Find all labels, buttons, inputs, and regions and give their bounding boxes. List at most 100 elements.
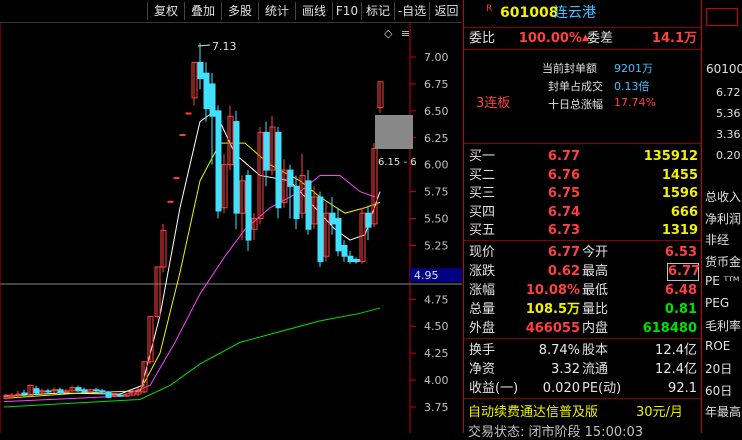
toolbar-stats[interactable]: 统计: [258, 2, 295, 20]
bid-row[interactable]: 买二 6.76 1455: [464, 166, 702, 185]
candle-body: [197, 61, 204, 80]
candle-body: [347, 255, 354, 263]
bid-label: 买三: [469, 186, 496, 201]
bid-label: 买五: [469, 223, 496, 238]
y-tick-label: 6.50: [424, 105, 449, 118]
bid-row[interactable]: 买五 6.73 1319: [464, 221, 702, 240]
fund-value: 12.4亿: [655, 343, 697, 358]
rz-badge: R: [486, 4, 493, 14]
bid-price: 6.74: [547, 204, 580, 220]
candle-body: [245, 174, 252, 241]
weibi-value: 100.00%: [518, 31, 582, 46]
side-label: 净利润: [705, 211, 742, 226]
toolbar-draw[interactable]: 画线: [295, 2, 332, 20]
toolbar-overlay[interactable]: 叠加: [184, 2, 221, 20]
current-price-tag-text: 4.95: [414, 269, 439, 282]
fund-row: 收益(一) 0.020 PE(动) 92.1: [464, 379, 702, 398]
candle-body: [293, 185, 300, 220]
diamond-icon[interactable]: ◇: [384, 27, 393, 40]
toolbar-f10[interactable]: F10: [332, 2, 361, 20]
trade-status: 交易状态: 闭市阶段 15:00:03: [468, 425, 644, 440]
side-label: ROE: [705, 338, 731, 353]
high-price-label: 7.13: [212, 40, 237, 53]
stat-label: 涨跌: [469, 264, 496, 279]
chart-toolbar: 复权 叠加 多股 统计 画线 F10 标记 -自选 返回: [0, 0, 462, 23]
y-tick-label: 5.50: [424, 213, 449, 226]
stat-label: 今开: [582, 245, 609, 260]
stat-label: 量比: [582, 302, 609, 317]
bid-row[interactable]: 买三 6.75 1596: [464, 184, 702, 203]
stat-label: 涨幅: [469, 283, 496, 298]
bid-row[interactable]: 买一 6.77 135912: [464, 147, 702, 166]
stat-label: 内盘: [582, 321, 609, 336]
candle-body: [33, 388, 40, 394]
candle-body: [203, 72, 210, 110]
bid-label: 买四: [469, 204, 496, 220]
stat-value: 0.62: [547, 264, 580, 279]
stat-label: 外盘: [469, 321, 496, 336]
stat-row: 涨幅 10.08% 最低 6.48: [464, 281, 702, 300]
candle-body: [233, 121, 240, 214]
fund-value: 92.1: [668, 381, 697, 396]
seal-ratio-value: 0.13倍: [614, 80, 650, 93]
weibi-row: 委比 100.00% ▲ 委差 14.1万: [469, 31, 697, 46]
ad-price[interactable]: 30元/月: [636, 401, 683, 420]
y-tick-label: 4.25: [424, 347, 449, 360]
toolbar-back[interactable]: 返回: [429, 2, 463, 20]
candle-body: [117, 394, 124, 397]
stat-value: 10.08%: [525, 283, 580, 298]
side-tab[interactable]: [706, 8, 738, 26]
side-label: PEG: [705, 295, 730, 310]
weicha-value: 14.1万: [651, 31, 697, 46]
y-tick-label: 4.00: [424, 374, 449, 387]
candle-body: [353, 258, 360, 263]
toolbar-fuquan[interactable]: 复权: [147, 2, 184, 20]
side-price: 6.72: [716, 86, 741, 99]
side-price: 0.20: [716, 149, 741, 162]
bid-price: 6.77: [547, 149, 580, 164]
side-code: 60100: [706, 62, 742, 76]
stat-row: 涨跌 0.62 最高 6.77: [464, 262, 702, 281]
candle-body: [329, 212, 336, 225]
bid-row[interactable]: 买四 6.74 666: [464, 203, 702, 222]
side-price: 5.36: [716, 107, 741, 120]
stat-value: 466055: [525, 321, 580, 336]
stat-value: 6.77: [667, 263, 701, 281]
stat-row: 现价 6.77 今开 6.53: [464, 243, 702, 262]
fund-label: PE(动): [582, 381, 622, 396]
y-tick-label: 5.25: [424, 239, 449, 252]
y-tick-label: 5.75: [424, 186, 449, 199]
side-label: 60日: [705, 383, 733, 398]
y-tick-label: 4.50: [424, 320, 449, 333]
toolbar-watchlist[interactable]: -自选: [394, 2, 429, 20]
side-label: 毛利率: [705, 319, 742, 333]
stat-row: 外盘 466055 内盘 618480: [464, 319, 702, 338]
ad-text[interactable]: 自动续费通达信普及版: [468, 401, 598, 420]
stat-label: 总量: [469, 302, 496, 317]
candle-body: [209, 83, 216, 117]
bid-volume: 135912: [643, 149, 698, 164]
stock-code: 601008: [500, 5, 559, 21]
fund-value: 0.020: [542, 381, 580, 396]
stat-label: 最低: [582, 283, 609, 298]
stat-value: 108.5万: [525, 302, 580, 317]
side-label: PE ᵀᵀᴹ: [705, 274, 740, 288]
candle-body: [305, 180, 312, 230]
stat-value: 618480: [642, 321, 697, 336]
candle-body: [317, 196, 324, 263]
menu-icon[interactable]: ≡: [401, 27, 410, 40]
toolbar-mark[interactable]: 标记: [361, 2, 394, 20]
ten-day-value: 17.74%: [614, 96, 656, 109]
toolbar-multi-stock[interactable]: 多股: [221, 2, 258, 20]
candlestick-chart[interactable]: 7.00 6.75 6.50 6.25 6.00 5.75 5.50 5.25 4.75 4.50…: [0, 22, 462, 433]
candle-body: [215, 110, 222, 212]
stat-value: 6.77: [547, 245, 580, 260]
side-label: 20日: [705, 362, 733, 376]
candle-body: [99, 390, 106, 393]
stat-row: 总量 108.5万 量比 0.81: [464, 300, 702, 319]
side-label: 非经: [705, 233, 730, 247]
y-tick-label: 3.75: [424, 401, 449, 414]
fund-label: 流通: [582, 362, 609, 377]
bid-volume: 1596: [661, 186, 698, 201]
bid-volume: 1455: [661, 167, 698, 183]
